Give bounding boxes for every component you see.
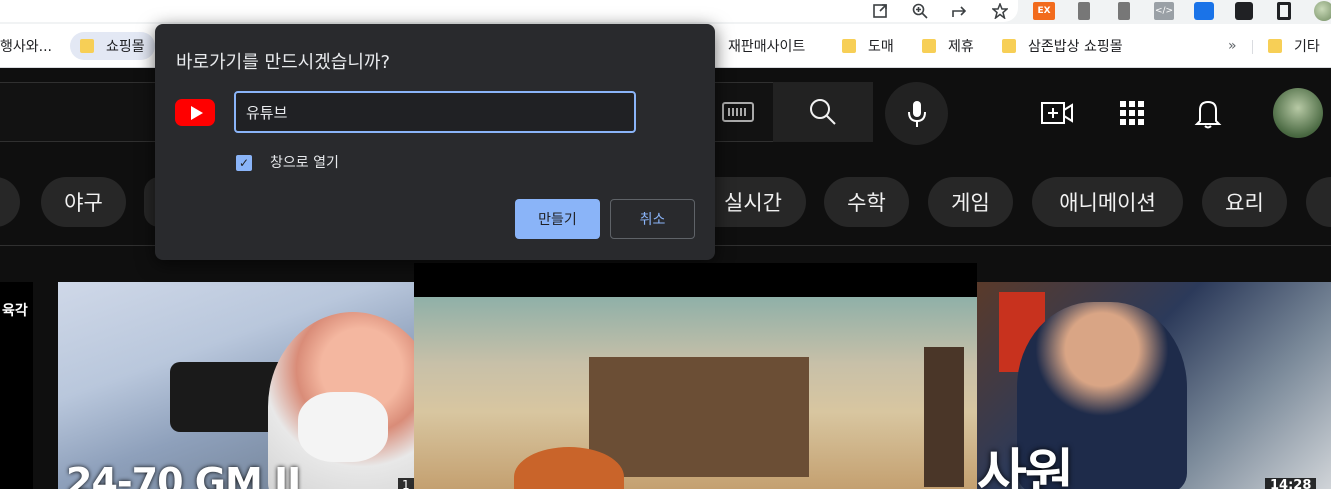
microphone-icon [907, 100, 926, 127]
create-button[interactable]: 만들기 [515, 199, 600, 239]
search-icon [810, 99, 836, 125]
video-thumbnail[interactable]: 24-70 GM II 1 [58, 282, 414, 489]
video-thumbnail[interactable]: 사원 14:28 [977, 282, 1331, 489]
chip-game[interactable]: 게임 [928, 177, 1013, 227]
puzzle-icon[interactable] [1230, 0, 1258, 22]
chip-live[interactable]: 실시간 [700, 177, 806, 227]
bell-icon [1194, 100, 1222, 129]
other-bookmarks-folder[interactable]: 기타 [1268, 32, 1320, 60]
share-out-icon[interactable] [860, 0, 900, 22]
dialog-title: 바로가기를 만드시겠습니까? [176, 52, 390, 73]
chip-baseball[interactable]: 야구 [41, 177, 126, 227]
code-extension-icon[interactable]: </> [1150, 0, 1178, 22]
account-avatar[interactable] [1273, 88, 1323, 138]
bookmark-item[interactable]: 재판매사이트 [728, 32, 805, 60]
bookmark-label: 삼존밥상 쇼핑몰 [1028, 39, 1123, 55]
shortcut-name-input[interactable] [234, 91, 636, 133]
bookmark-folder[interactable]: 제휴 [922, 32, 974, 60]
bookmark-label: 재판매사이트 [728, 39, 806, 55]
blue-extension-icon[interactable] [1190, 0, 1218, 22]
extension-icon[interactable] [1110, 0, 1138, 22]
share-icon[interactable] [940, 0, 980, 22]
open-as-window-label[interactable]: 창으로 열기 [270, 152, 339, 172]
chip-math[interactable]: 수학 [824, 177, 909, 227]
bookmark-folder-shopping[interactable]: 쇼핑몰 [70, 32, 155, 60]
bookmark-folder[interactable]: 도매 [842, 32, 894, 60]
screen: EX </> 행사와... 쇼핑몰 재판매사이트 도매 제휴 삼존밥상 쇼핑몰 … [0, 0, 1331, 489]
extensions-bar: EX </> [1030, 0, 1331, 22]
thumbnail-image [589, 357, 809, 477]
bookmark-item[interactable]: 행사와... [0, 32, 52, 60]
zoom-icon[interactable] [900, 0, 940, 22]
video-duration: 14:28 [1265, 478, 1317, 489]
bookmark-folder[interactable]: 삼존밥상 쇼핑몰 [1002, 32, 1123, 60]
thumbnail-image [924, 347, 964, 487]
open-as-window-checkbox[interactable]: ✓ [236, 155, 252, 171]
bookmark-label: 도매 [868, 39, 894, 55]
keyboard-icon[interactable] [722, 102, 754, 122]
chip-cooking[interactable]: 요리 [1202, 177, 1287, 227]
create-shortcut-dialog: 바로가기를 만드시겠습니까? ✓ 창으로 열기 만들기 취소 [155, 24, 715, 260]
bookmark-label: 행사와... [0, 39, 52, 55]
folder-icon [80, 39, 94, 53]
side-panel-icon[interactable] [1270, 0, 1298, 22]
thumbnail-caption: 사원 [977, 443, 1074, 489]
folder-icon [1002, 39, 1016, 53]
extension-icon[interactable] [1070, 0, 1098, 22]
video-add-icon [1041, 102, 1073, 124]
video-duration: 1 [398, 478, 414, 489]
apps-grid-icon [1120, 101, 1144, 125]
cancel-button[interactable]: 취소 [610, 199, 695, 239]
ex-extension-icon[interactable]: EX [1030, 0, 1058, 22]
video-thumbnail[interactable]: 육각 [0, 282, 33, 489]
bookmark-label: 기타 [1294, 39, 1320, 55]
thumbnail-image [414, 297, 977, 489]
bookmark-label: 쇼핑몰 [106, 39, 145, 55]
create-video-button[interactable] [1035, 91, 1079, 135]
search-button[interactable] [773, 82, 873, 142]
checkmark-icon: ✓ [238, 156, 250, 170]
address-bar-actions [860, 0, 1020, 22]
video-preview-player[interactable] [414, 263, 977, 489]
thumbnail-caption: 24-70 GM II [66, 460, 301, 489]
folder-icon [842, 39, 856, 53]
divider [1252, 40, 1253, 54]
notifications-button[interactable] [1186, 91, 1230, 135]
video-grid: 육각 24-70 GM II 1 사원 14:28 [0, 247, 1331, 489]
profile-avatar[interactable] [1310, 0, 1331, 22]
chip-partial[interactable] [0, 177, 20, 227]
chip-partial[interactable] [1306, 177, 1331, 227]
bookmarks-overflow-button[interactable]: » [1228, 32, 1237, 60]
star-icon[interactable] [980, 0, 1020, 22]
bookmark-label: 제휴 [948, 39, 974, 55]
folder-icon [922, 39, 936, 53]
browser-toolbar: EX </> [0, 0, 1331, 24]
thumbnail-image [298, 392, 388, 462]
apps-button[interactable] [1110, 91, 1154, 135]
youtube-logo-icon [175, 99, 215, 126]
voice-search-button[interactable] [885, 82, 948, 145]
chip-animation[interactable]: 애니메이션 [1032, 177, 1183, 227]
ex-extension-label: EX [1033, 2, 1055, 20]
thumbnail-text: 육각 [2, 303, 28, 319]
folder-icon [1268, 39, 1282, 53]
